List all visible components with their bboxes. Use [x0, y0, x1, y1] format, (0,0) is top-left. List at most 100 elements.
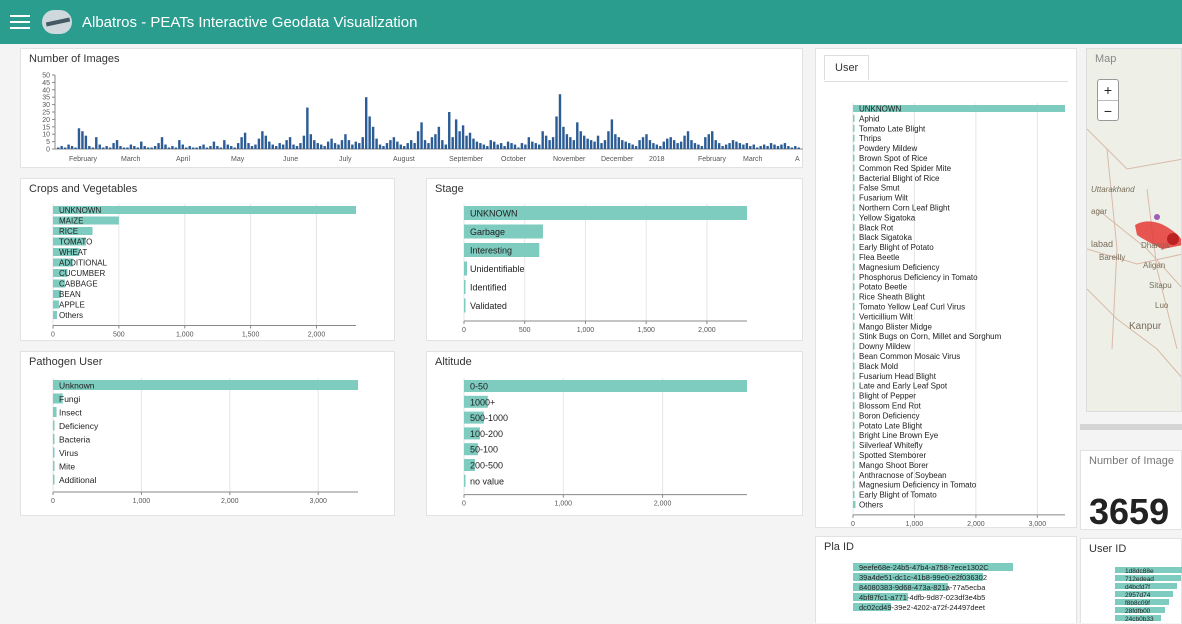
crops-chart[interactable]: 0 500 1,000 1,500 2,000 UNKNOWN MAIZERICE TOMAT…: [21, 179, 396, 342]
bar[interactable]: [115, 140, 119, 149]
bar[interactable]: [617, 137, 621, 149]
bar[interactable]: [486, 146, 489, 149]
bar[interactable]: [285, 140, 288, 149]
bar[interactable]: [371, 126, 375, 149]
bar[interactable]: [853, 164, 855, 172]
bar[interactable]: [853, 372, 855, 380]
bar[interactable]: [57, 147, 60, 149]
bar[interactable]: [551, 137, 555, 149]
bar[interactable]: [662, 141, 666, 149]
bar[interactable]: [853, 362, 855, 370]
bar[interactable]: [631, 144, 634, 149]
bar[interactable]: [711, 131, 714, 149]
bar[interactable]: [278, 143, 281, 149]
bar[interactable]: [558, 94, 562, 149]
bar[interactable]: [853, 461, 855, 469]
bar[interactable]: [853, 471, 855, 479]
pla-id-list[interactable]: 9eefe68e-24b5-47b4-a758-7ece1302C39a4de5…: [816, 537, 1078, 624]
bar[interactable]: [721, 146, 724, 149]
bar[interactable]: [219, 147, 223, 149]
bar[interactable]: [316, 143, 319, 149]
bar[interactable]: [742, 144, 745, 149]
bar[interactable]: [853, 174, 855, 182]
bar[interactable]: [676, 143, 679, 149]
bar[interactable]: [596, 135, 600, 149]
bar[interactable]: [464, 298, 466, 313]
bar[interactable]: [672, 140, 676, 149]
bar[interactable]: [53, 434, 55, 444]
bar[interactable]: [344, 134, 347, 149]
bar[interactable]: [444, 144, 447, 149]
bar[interactable]: [330, 138, 333, 149]
bar[interactable]: [427, 143, 430, 149]
bar[interactable]: [562, 126, 565, 149]
bar[interactable]: [745, 143, 749, 149]
bar[interactable]: [261, 131, 264, 149]
bar[interactable]: [579, 131, 582, 149]
bar[interactable]: [323, 146, 326, 149]
bar[interactable]: [146, 147, 150, 149]
bar[interactable]: [216, 146, 219, 149]
bar[interactable]: [378, 144, 382, 149]
bar[interactable]: [464, 474, 466, 487]
bar[interactable]: [122, 147, 126, 149]
bar[interactable]: [195, 147, 198, 149]
bar[interactable]: [853, 303, 855, 310]
bar[interactable]: [416, 131, 420, 149]
bar[interactable]: [735, 141, 738, 149]
bar[interactable]: [191, 147, 195, 149]
bar[interactable]: [773, 144, 776, 149]
bar[interactable]: [475, 141, 479, 149]
bar[interactable]: [738, 143, 742, 149]
bar[interactable]: [108, 147, 112, 149]
bar[interactable]: [326, 141, 330, 149]
bar[interactable]: [717, 143, 721, 149]
bar[interactable]: [292, 144, 295, 149]
bar[interactable]: [136, 147, 140, 149]
bar[interactable]: [268, 141, 271, 149]
bar[interactable]: [853, 283, 855, 291]
bar[interactable]: [406, 143, 409, 149]
bar[interactable]: [84, 135, 88, 149]
bar[interactable]: [853, 263, 855, 271]
timeline-chart[interactable]: 50454035302520151050February March April Ma…: [21, 49, 804, 169]
bar[interactable]: [126, 147, 129, 149]
bar[interactable]: [333, 143, 337, 149]
bar[interactable]: [153, 146, 157, 149]
bar[interactable]: [63, 147, 67, 149]
bar[interactable]: [853, 184, 855, 192]
bar[interactable]: [91, 147, 95, 149]
bar[interactable]: [853, 144, 855, 152]
bar[interactable]: [524, 144, 527, 149]
bar[interactable]: [853, 481, 855, 489]
bar[interactable]: [88, 146, 91, 149]
bar[interactable]: [281, 144, 285, 149]
bar[interactable]: [53, 380, 358, 390]
bar[interactable]: [853, 293, 855, 301]
pathogen-chart[interactable]: 0 1,000 2,000 3,000 Unknown Fungi Insect Defici…: [21, 352, 396, 517]
bar[interactable]: [766, 146, 769, 149]
bar[interactable]: [403, 146, 406, 149]
bar[interactable]: [627, 143, 631, 149]
bar[interactable]: [358, 143, 361, 149]
bar[interactable]: [160, 137, 164, 149]
bar[interactable]: [361, 137, 364, 149]
bar[interactable]: [295, 146, 299, 149]
bar[interactable]: [621, 140, 624, 149]
bar[interactable]: [749, 146, 752, 149]
bar[interactable]: [641, 137, 645, 149]
bar[interactable]: [538, 144, 541, 149]
bar[interactable]: [614, 134, 617, 149]
bar[interactable]: [178, 140, 181, 149]
bar[interactable]: [569, 137, 572, 149]
bar[interactable]: [53, 420, 55, 431]
bar[interactable]: [655, 144, 659, 149]
bar[interactable]: [212, 141, 216, 149]
bar[interactable]: [174, 147, 178, 149]
bar[interactable]: [171, 146, 174, 149]
bar[interactable]: [759, 146, 762, 149]
bar[interactable]: [81, 131, 84, 149]
bar[interactable]: [690, 140, 693, 149]
bar[interactable]: [776, 146, 780, 149]
bar[interactable]: [790, 147, 794, 149]
